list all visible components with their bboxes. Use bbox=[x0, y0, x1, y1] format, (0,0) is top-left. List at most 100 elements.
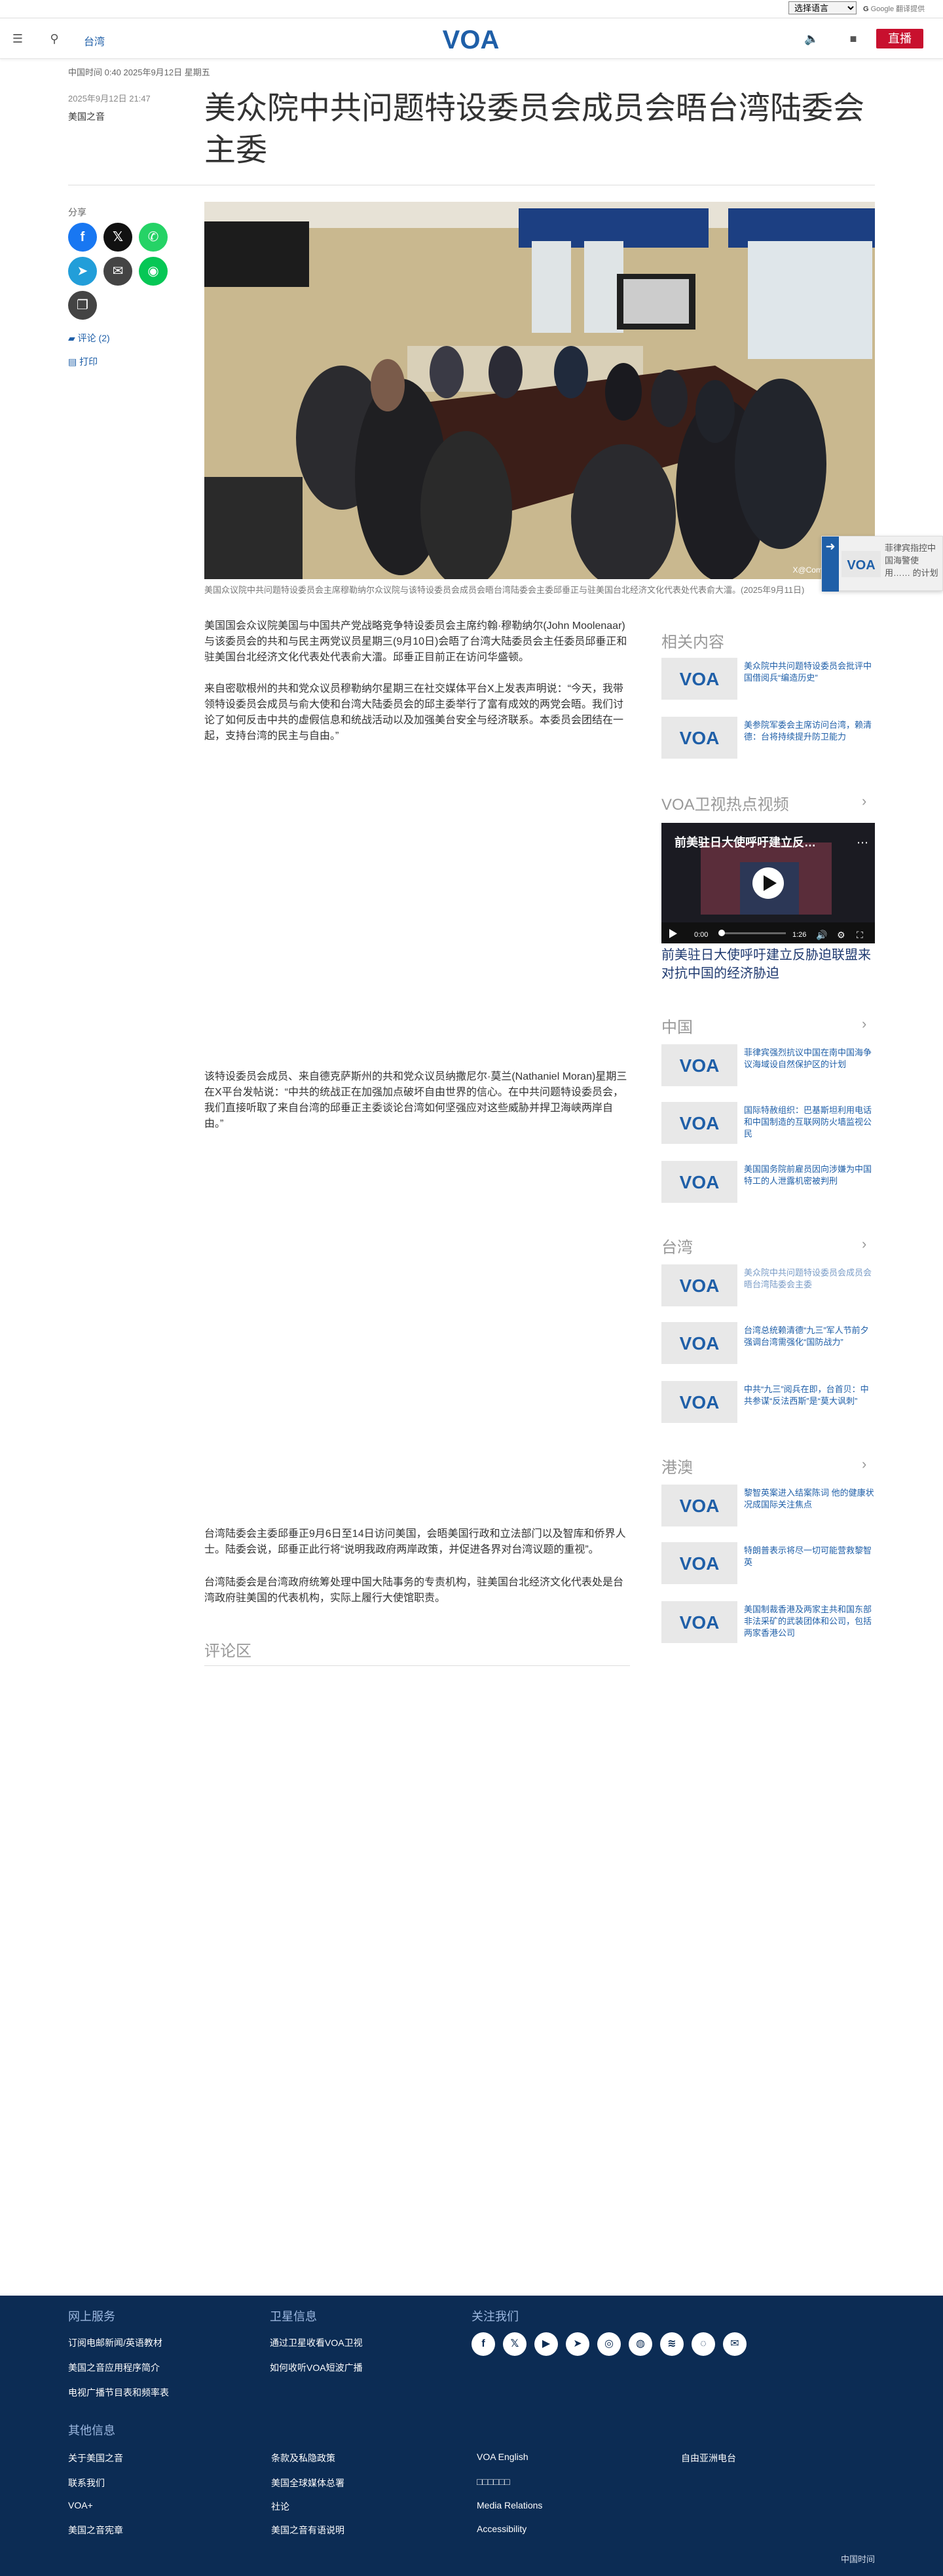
telegram-share-button[interactable]: ➤ bbox=[68, 257, 97, 286]
section-link-taiwan[interactable]: 台湾 bbox=[84, 33, 105, 48]
china-section-title[interactable]: 中国 bbox=[661, 1014, 693, 1037]
copy-link-button[interactable]: ❐ bbox=[68, 291, 97, 320]
video-caption[interactable]: 前美驻日大使呼吁建立反胁迫联盟来对抗中国的经济胁迫 bbox=[661, 946, 878, 983]
instagram-icon[interactable]: ◎ bbox=[597, 2332, 621, 2356]
facebook-share-button[interactable]: f bbox=[68, 223, 97, 252]
line-share-button[interactable]: ◉ bbox=[139, 257, 168, 286]
footer-link[interactable]: VOA English bbox=[477, 2452, 528, 2462]
chevron-right-icon[interactable]: › bbox=[862, 793, 866, 810]
article-paragraph: 该特设委员会成员、来自德克萨斯州的共和党众议员纳撒尼尔·莫兰(Nathaniel… bbox=[204, 1071, 627, 1129]
video-camera-icon[interactable]: ■ bbox=[846, 31, 860, 46]
taiwan-item-title: 美众院中共问题特设委员会成员会晤台湾陆委会主委 bbox=[744, 1268, 872, 1289]
footer-link[interactable]: 条款及私隐政策 bbox=[271, 2452, 335, 2465]
hongkong-item[interactable]: VOA 特朗普表示将尽一切可能营救黎智英 bbox=[661, 1542, 875, 1589]
china-item[interactable]: VOA 菲律宾强烈抗议中国在南中国海争议海域设自然保护区的计划 bbox=[661, 1044, 875, 1091]
footer-link[interactable]: 关于美国之音 bbox=[68, 2452, 123, 2465]
youtube-icon[interactable]: ▶ bbox=[534, 2332, 558, 2356]
audio-icon[interactable]: 🔈 bbox=[804, 31, 819, 46]
china-item-title: 美国国务院前雇员因向涉嫌为中国特工的人泄露机密被判刑 bbox=[744, 1164, 872, 1186]
telegram-icon[interactable]: ➤ bbox=[566, 2332, 589, 2356]
footer-link[interactable]: 美国之音宪章 bbox=[68, 2524, 123, 2537]
site-header: ☰ ⚲ 台湾 VOA 🔈 ■ 直播 bbox=[0, 18, 943, 59]
whatsapp-share-button[interactable]: ✆ bbox=[139, 223, 168, 252]
thumbnail: VOA bbox=[661, 1542, 737, 1584]
chevron-right-icon[interactable]: › bbox=[862, 1015, 866, 1032]
divider bbox=[204, 1665, 630, 1666]
footer-link[interactable]: 通过卫星收看VOA卫视 bbox=[270, 2336, 363, 2349]
print-link[interactable]: ▤ 打印 bbox=[68, 355, 98, 368]
thumbnail: VOA bbox=[661, 1264, 737, 1306]
related-item[interactable]: VOA 美参院军委会主席访问台湾，赖清德：台将持续提升防卫能力 bbox=[661, 717, 875, 764]
footer-link[interactable]: Accessibility bbox=[477, 2524, 527, 2534]
publish-date: 2025年9月12日 21:47 bbox=[68, 94, 151, 104]
comments-link[interactable]: ▰ 评论 (2) bbox=[68, 331, 110, 345]
globe-icon[interactable]: ◌ bbox=[692, 2332, 715, 2356]
footer-link[interactable]: 如何收听VOA短波广播 bbox=[270, 2361, 363, 2374]
hongkong-item[interactable]: VOA 美国制裁香港及两家主共和国东部非法采矿的武装团体和公司，包括两家香港公司 bbox=[661, 1601, 875, 1648]
footer-link[interactable]: Media Relations bbox=[477, 2500, 542, 2510]
email-share-button[interactable]: ✉ bbox=[103, 257, 132, 286]
footer-link[interactable]: 美国之音应用程序简介 bbox=[68, 2361, 160, 2374]
taiwan-item[interactable]: VOA 台湾总统赖清德“九三”军人节前夕强调台湾需强化“国防战力” bbox=[661, 1322, 875, 1369]
rss-icon[interactable]: ≋ bbox=[660, 2332, 684, 2356]
footer-other-title: 其他信息 bbox=[68, 2424, 115, 2437]
voa-logo[interactable]: VOA bbox=[437, 25, 504, 52]
email-icon[interactable]: ✉ bbox=[723, 2332, 747, 2356]
footer-link[interactable]: 美国全球媒体总署 bbox=[271, 2476, 344, 2490]
taiwan-section-title[interactable]: 台湾 bbox=[661, 1234, 693, 1257]
footer-link[interactable]: 电视广播节目表和频率表 bbox=[68, 2386, 169, 2399]
search-icon[interactable]: ⚲ bbox=[47, 31, 62, 46]
chevron-right-icon[interactable]: › bbox=[862, 1236, 866, 1253]
footer-link[interactable]: 美国之音有语说明 bbox=[271, 2524, 344, 2537]
article-paragraph: 来自密歇根州的共和党众议员穆勒纳尔星期三在社交媒体平台X上发表声明说：“今天，我… bbox=[204, 683, 624, 742]
podcast-icon[interactable]: ◍ bbox=[629, 2332, 652, 2356]
menu-icon[interactable]: ☰ bbox=[10, 31, 25, 46]
china-item[interactable]: VOA 美国国务院前雇员因向涉嫌为中国特工的人泄露机密被判刑 bbox=[661, 1161, 875, 1208]
video-section-title: VOA卫视热点视频 bbox=[661, 796, 789, 814]
china-item-title: 国际特赦组织：巴基斯坦利用电话和中国制造的互联网防火墙监视公民 bbox=[744, 1105, 872, 1139]
video-time: 0:00 bbox=[694, 931, 708, 939]
thumbnail: VOA bbox=[661, 1102, 737, 1144]
x-share-button[interactable]: 𝕏 bbox=[103, 223, 132, 252]
svg-text:VOA: VOA bbox=[680, 1392, 720, 1412]
dateline: 中国时间 0:40 2025年9月12日 星期五 bbox=[68, 67, 210, 77]
hongkong-item-title: 特朗普表示将尽一切可能营救黎智英 bbox=[744, 1545, 872, 1567]
taiwan-item-title: 中共“九三”阅兵在即，台首贝：中共参谋“反法西斯”是“莫大讽刺” bbox=[744, 1384, 869, 1406]
footer-link[interactable]: 订阅电邮新闻/英语教材 bbox=[68, 2336, 162, 2349]
logo-text: VOA bbox=[443, 26, 500, 52]
footer-link[interactable]: 社论 bbox=[271, 2500, 289, 2513]
site-footer: 网上服务 订阅电邮新闻/英语教材 美国之音应用程序简介 电视广播节目表和频率表 … bbox=[0, 2296, 943, 2576]
print-icon: ▤ bbox=[68, 356, 80, 367]
live-button[interactable]: 直播 bbox=[876, 29, 923, 48]
thumbnail: VOA bbox=[661, 1601, 737, 1643]
footer-link[interactable]: 联系我们 bbox=[68, 2476, 105, 2490]
footer-link[interactable]: 自由亚洲电台 bbox=[681, 2452, 736, 2465]
taiwan-item[interactable]: VOA 中共“九三”阅兵在即，台首贝：中共参谋“反法西斯”是“莫大讽刺” bbox=[661, 1381, 875, 1428]
footer-satellite-title: 卫星信息 bbox=[270, 2310, 317, 2323]
taiwan-item-title: 台湾总统赖清德“九三”军人节前夕强调台湾需强化“国防战力” bbox=[744, 1325, 869, 1347]
svg-text:VOA: VOA bbox=[847, 558, 875, 573]
taiwan-item[interactable]: VOA 美众院中共问题特设委员会成员会晤台湾陆委会主委 bbox=[661, 1264, 875, 1312]
svg-text:VOA: VOA bbox=[680, 1055, 720, 1076]
svg-text:VOA: VOA bbox=[680, 1172, 720, 1192]
chevron-right-icon[interactable]: › bbox=[862, 1456, 866, 1473]
footer-link[interactable]: VOA+ bbox=[68, 2500, 93, 2510]
next-article-tab[interactable]: ➜ VOA 菲律宾指控中国海警使用…… 的计划 bbox=[821, 536, 943, 592]
svg-text:⛶: ⛶ bbox=[857, 930, 863, 941]
next-article-title: 菲律宾指控中国海警使用…… 的计划 bbox=[885, 543, 938, 578]
facebook-icon[interactable]: f bbox=[472, 2332, 495, 2356]
x-icon[interactable]: 𝕏 bbox=[503, 2332, 527, 2356]
related-item[interactable]: VOA 美众院中共问题特设委员会批评中国借阅兵“编造历史” bbox=[661, 658, 875, 705]
hongkong-section-title[interactable]: 港澳 bbox=[661, 1454, 693, 1477]
video-player[interactable]: 前美驻日大使呼吁建立反… ⋯ 0:00 1:26 🔊 ⚙ ⛶ bbox=[661, 823, 875, 943]
hongkong-item-title: 美国制裁香港及两家主共和国东部非法采矿的武装团体和公司，包括两家香港公司 bbox=[744, 1604, 872, 1638]
footer-online-title: 网上服务 bbox=[68, 2310, 115, 2323]
arrow-right-icon[interactable]: ➜ bbox=[822, 537, 839, 592]
footer-link[interactable]: □□□□□□ bbox=[477, 2476, 510, 2487]
thumbnail: VOA bbox=[661, 1381, 737, 1423]
photo-caption: 美国众议院中共问题特设委员会主席穆勒纳尔众议院与该特设委员会成员会晤台湾陆委会主… bbox=[204, 585, 805, 595]
language-select[interactable]: 选择语言 bbox=[788, 1, 857, 14]
hongkong-item[interactable]: VOA 黎智英案进入结案陈词 他的健康状况成国际关注焦点 bbox=[661, 1485, 875, 1532]
china-item[interactable]: VOA 国际特赦组织：巴基斯坦利用电话和中国制造的互联网防火墙监视公民 bbox=[661, 1102, 875, 1149]
video-clip-title: 前美驻日大使呼吁建立反… bbox=[675, 835, 816, 849]
